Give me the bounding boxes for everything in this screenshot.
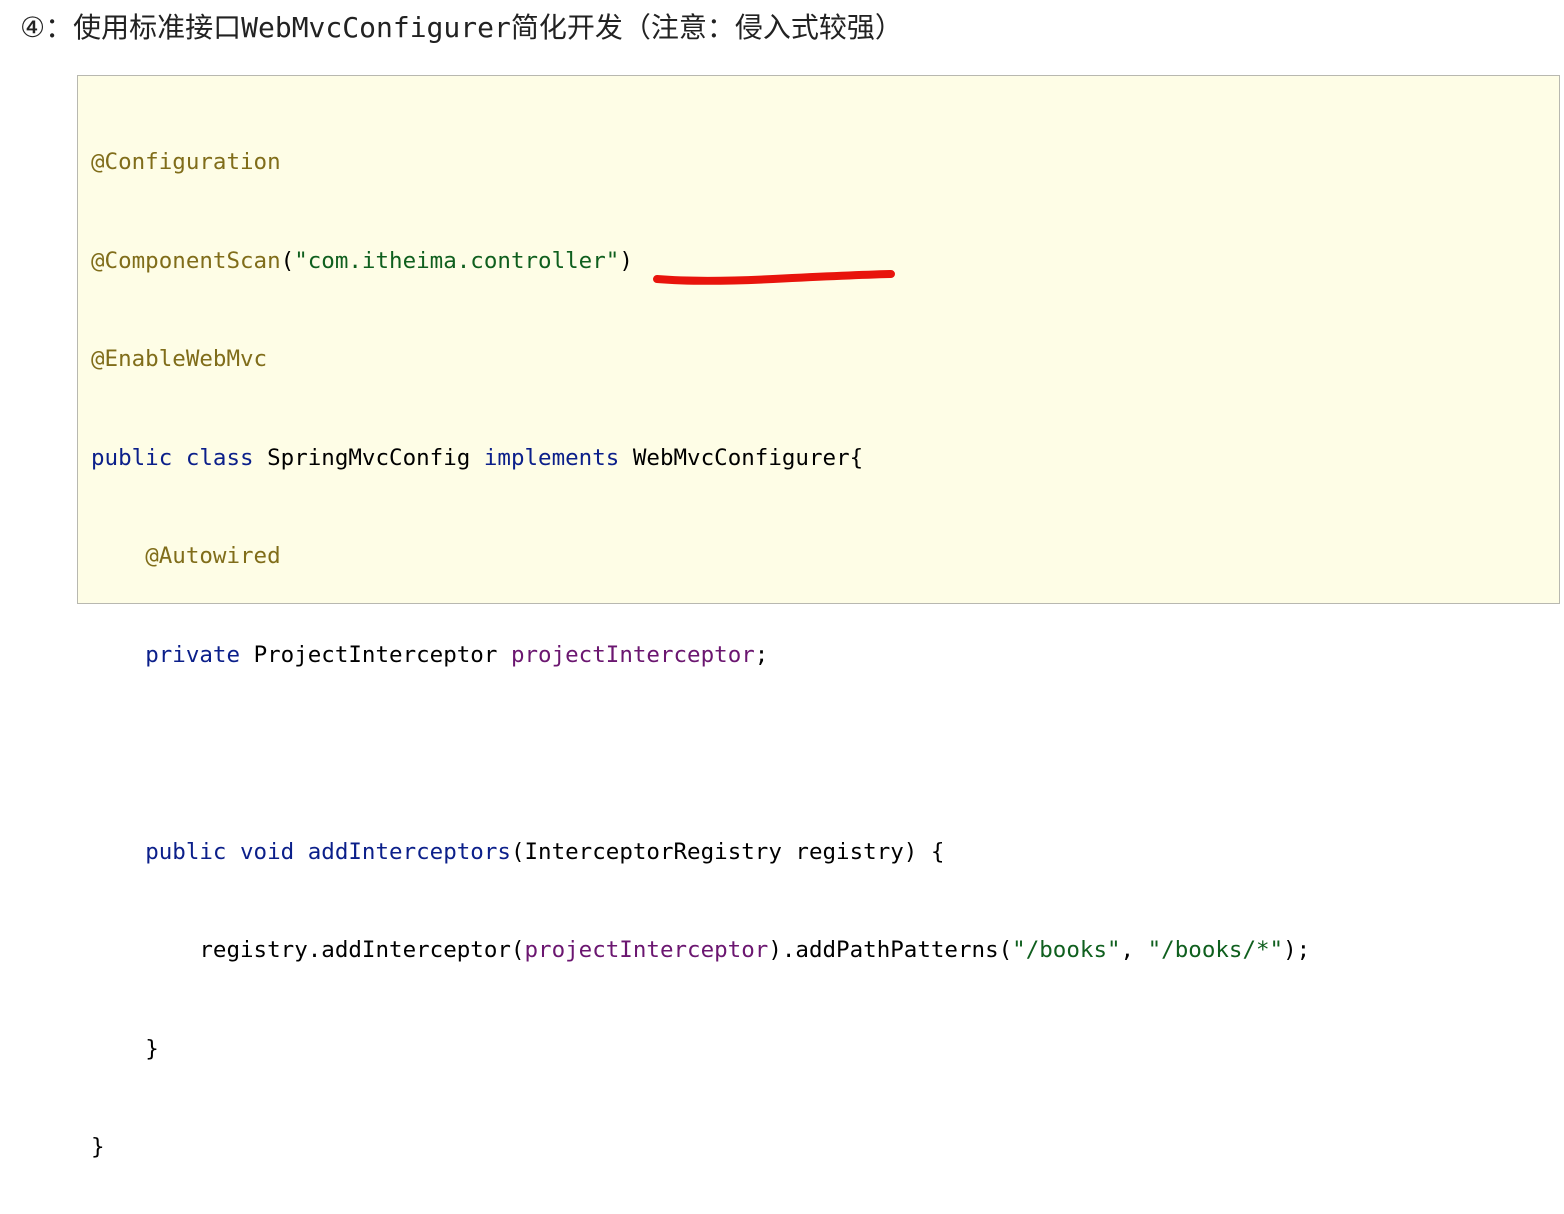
autowired-annotation: @Autowired	[145, 543, 281, 569]
code-listing: @Configuration @ComponentScan("com.ithei…	[91, 87, 1310, 1214]
interface-name: WebMvcConfigurer	[632, 444, 850, 471]
enablewebmvc-annotation: @EnableWebMvc	[91, 346, 268, 372]
code-line: }	[145, 1035, 159, 1062]
method-name: addInterceptors	[307, 838, 511, 865]
code-block: @Configuration @ComponentScan("com.ithei…	[77, 75, 1560, 1160]
heading-prefix: ：使用标准接口	[45, 11, 242, 44]
circled-number-marker: ④	[20, 11, 46, 44]
code-line: }	[91, 1134, 105, 1160]
package-string: "com.itheima.controller"	[294, 247, 620, 274]
componentscan-annotation: @ComponentScan	[91, 247, 281, 274]
heading-interface-name: WebMvcConfigurer	[241, 11, 511, 44]
section-heading: ④：使用标准接口WebMvcConfigurer简化开发（注意：侵入式较强）	[20, 6, 903, 50]
code-line: @Autowired	[91, 533, 1310, 580]
code-line: public void addInterceptors(InterceptorR…	[145, 838, 945, 865]
code-line: public class SpringMvcConfig implements …	[91, 444, 864, 471]
configuration-annotation: @Configuration	[91, 149, 281, 175]
heading-suffix: 简化开发（注意：侵入式较强）	[510, 11, 903, 44]
code-line: private ProjectInterceptor projectInterc…	[145, 641, 769, 668]
code-line: @Configuration	[91, 139, 1310, 186]
code-line: @EnableWebMvc	[91, 336, 1310, 383]
field-name: projectInterceptor	[510, 641, 755, 668]
code-line: registry.addInterceptor(projectIntercept…	[199, 937, 1311, 963]
class-name: SpringMvcConfig	[267, 444, 471, 471]
red-underline-highlight	[653, 270, 895, 285]
